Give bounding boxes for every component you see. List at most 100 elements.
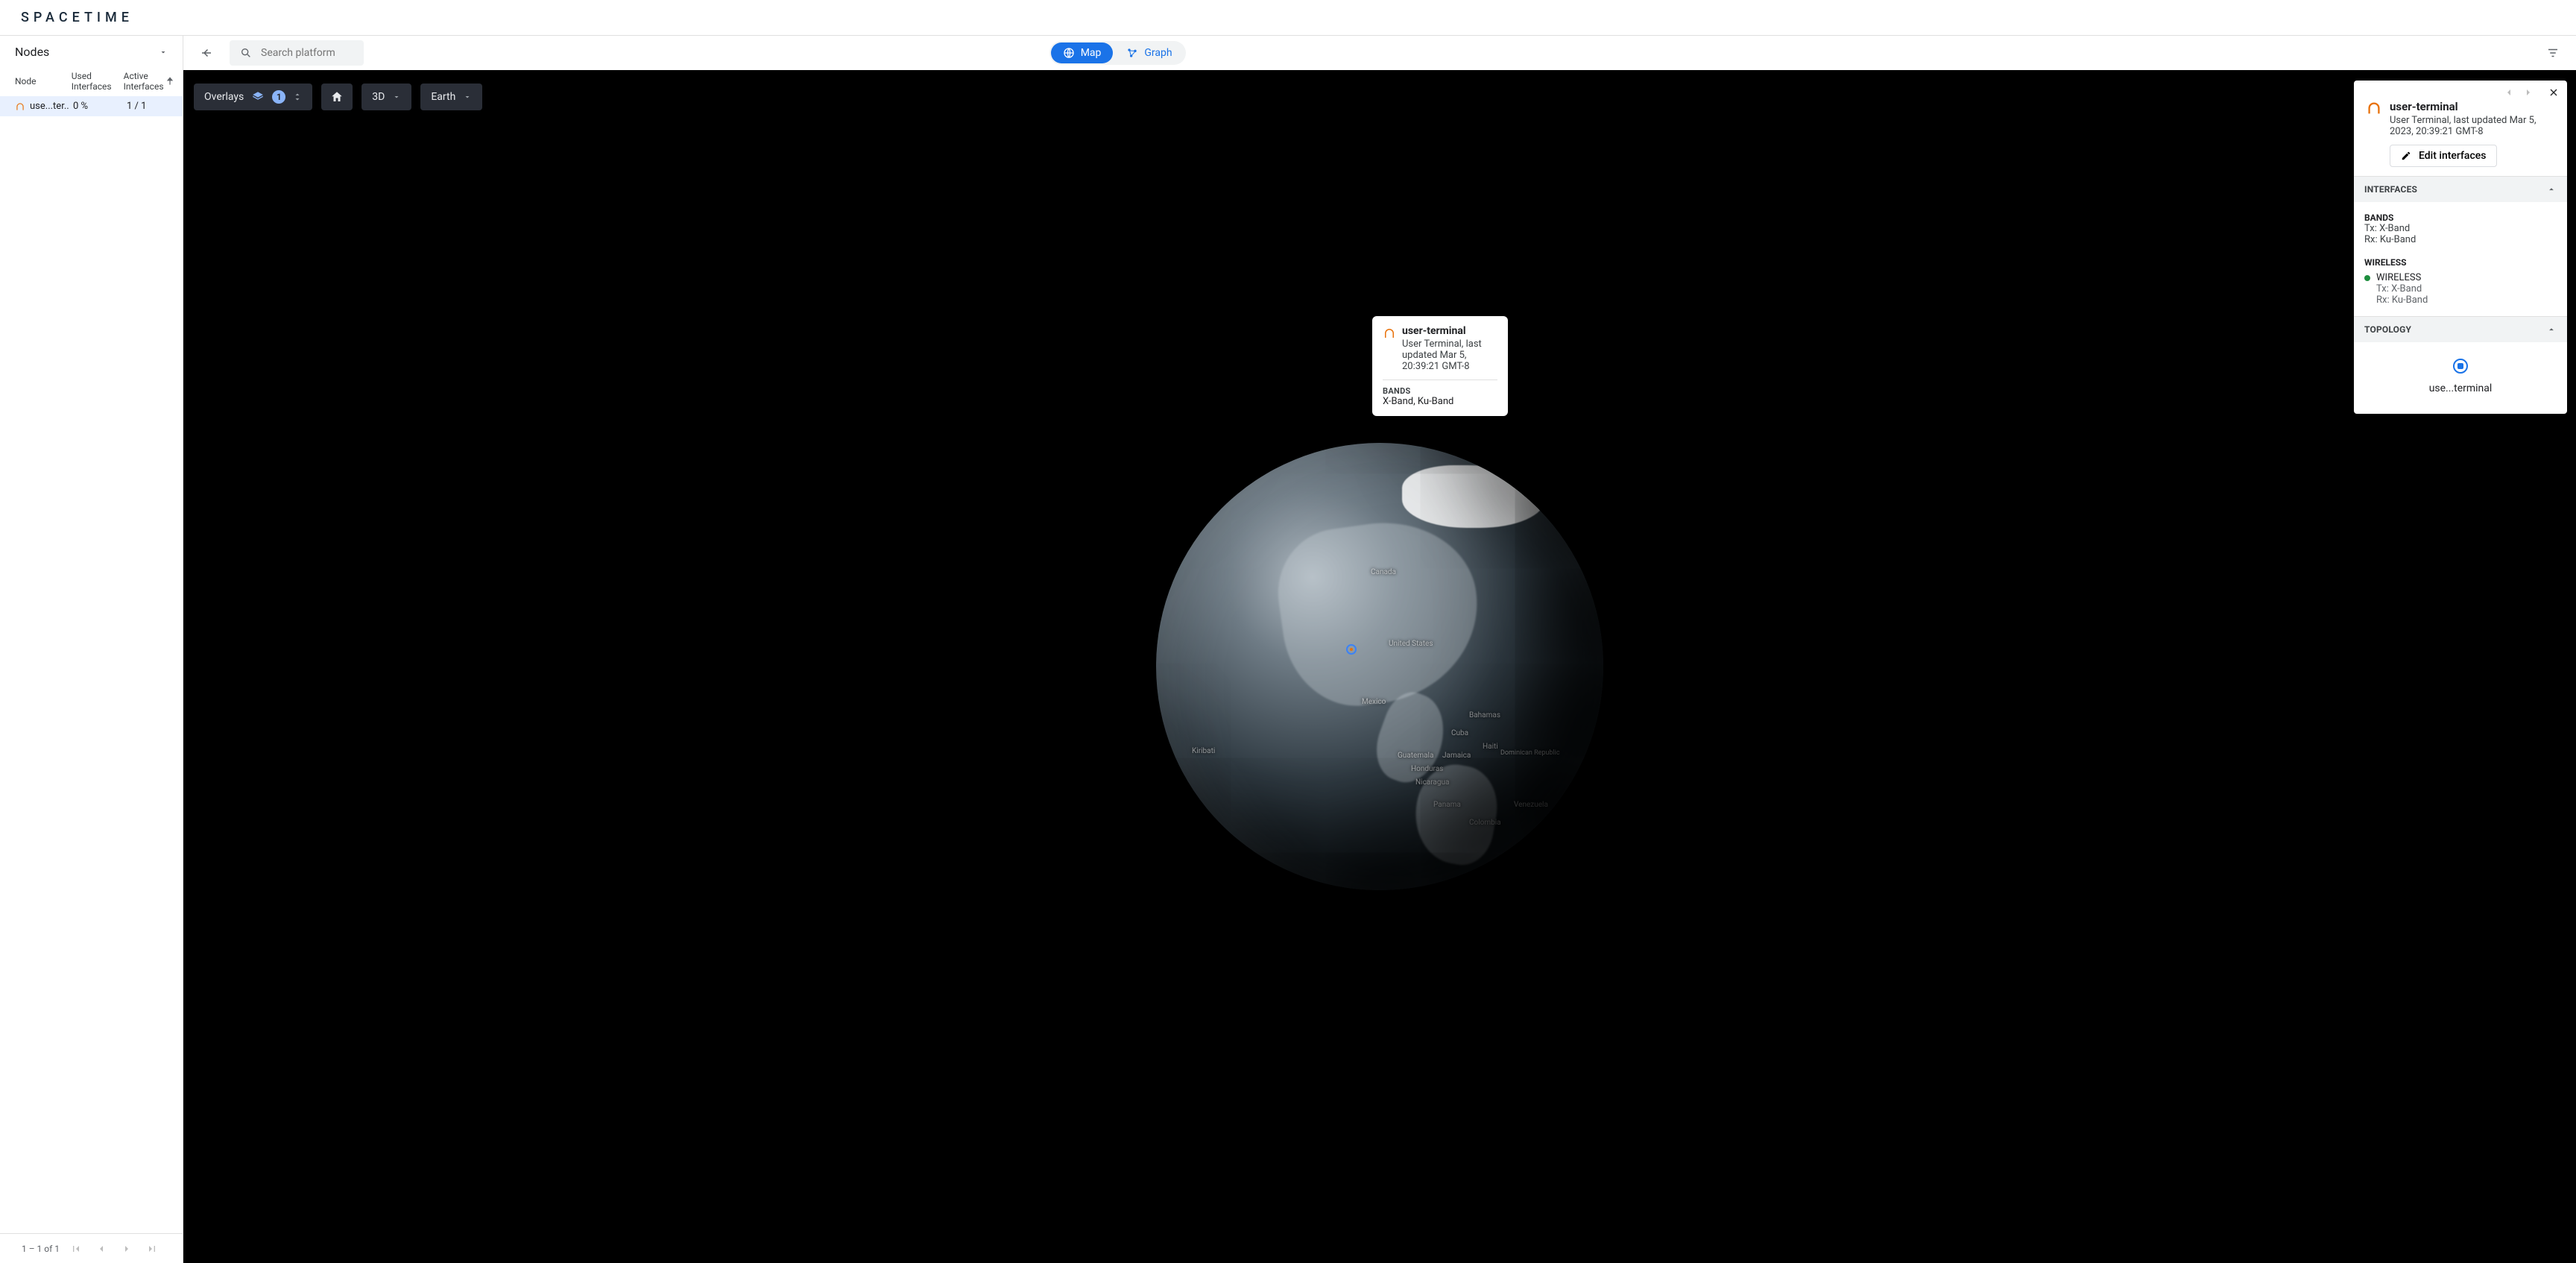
panel-close-button[interactable]: [2546, 85, 2561, 100]
layers-icon: [251, 90, 265, 104]
map-label-dr: Dominican Republic: [1500, 749, 1560, 757]
tab-map[interactable]: Map: [1051, 42, 1114, 63]
overlays-count-badge: 1: [272, 90, 285, 104]
wireless-tx: Tx: X-Band: [2376, 283, 2557, 295]
table-header: Node Used Interfaces Active Interfaces: [0, 68, 183, 96]
map-label-bahamas: Bahamas: [1469, 711, 1500, 719]
edit-interfaces-label: Edit interfaces: [2419, 150, 2486, 162]
map-label-guatemala: Guatemala: [1398, 752, 1433, 760]
panel-subtitle: User Terminal, last updated Mar 5, 2023,…: [2390, 115, 2555, 137]
search-box[interactable]: [230, 40, 364, 66]
map-label-colombia: Colombia: [1469, 819, 1501, 827]
tooltip-bands-value: X-Band, Ku-Band: [1383, 396, 1497, 407]
pencil-icon: [2401, 151, 2411, 161]
tab-graph-label: Graph: [1144, 47, 1172, 59]
home-icon: [330, 90, 344, 104]
map-marker[interactable]: [1346, 644, 1357, 655]
sort-arrow-icon[interactable]: [164, 76, 177, 86]
back-button[interactable]: [197, 43, 216, 63]
pagination-range: 1 – 1 of 1: [22, 1244, 60, 1254]
entity-type-label: Nodes: [15, 45, 49, 59]
topology-node-label: use...terminal: [2429, 382, 2493, 394]
map-label-honduras: Honduras: [1411, 765, 1443, 773]
section-interfaces-header[interactable]: INTERFACES: [2354, 177, 2567, 202]
section-topology-header[interactable]: TOPOLOGY: [2354, 317, 2567, 342]
chevron-down-icon: [392, 92, 401, 101]
panel-title: user-terminal: [2390, 100, 2555, 113]
page-first-button[interactable]: [67, 1241, 85, 1256]
user-terminal-icon: [2366, 100, 2382, 116]
wireless-heading: WIRELESS: [2364, 257, 2557, 268]
topbar: SPACETIME: [0, 0, 2576, 36]
expand-icon: [293, 91, 302, 103]
col-active-interfaces[interactable]: Active Interfaces: [124, 71, 164, 92]
filter-button[interactable]: [2543, 43, 2563, 63]
bands-tx: Tx: X-Band: [2364, 223, 2557, 234]
map-label-canada: Canada: [1371, 568, 1396, 576]
wireless-rx: Rx: Ku-Band: [2376, 295, 2557, 306]
brand-logo: SPACETIME: [21, 10, 133, 25]
map-label-haiti: Haiti: [1483, 743, 1498, 751]
page-last-button[interactable]: [143, 1241, 161, 1256]
panel-next-button[interactable]: [2521, 85, 2536, 100]
row-node-name: use...ter..: [30, 101, 69, 112]
globe[interactable]: Canada United States Mexico Bahamas Cuba…: [1156, 443, 1603, 890]
map-label-jamaica: Jamaica: [1442, 752, 1471, 760]
base-layer-label: Earth: [431, 91, 455, 103]
search-icon: [240, 47, 252, 59]
graph-icon: [1126, 47, 1138, 59]
bands-heading: BANDS: [2364, 212, 2557, 223]
main: Map Graph Overlays 1: [183, 36, 2576, 1263]
sidebar: Nodes Node Used Interfaces Active Interf…: [0, 36, 183, 1263]
view-mode-dropdown[interactable]: 3D: [362, 84, 411, 110]
view-toggle: Map Graph: [1049, 41, 1186, 65]
user-terminal-icon: [15, 101, 25, 112]
map-label-us: United States: [1389, 640, 1433, 648]
page-next-button[interactable]: [118, 1241, 136, 1256]
details-panel: user-terminal User Terminal, last update…: [2354, 81, 2567, 414]
tab-map-label: Map: [1081, 47, 1102, 59]
overlays-label: Overlays: [204, 91, 244, 103]
edit-interfaces-button[interactable]: Edit interfaces: [2390, 145, 2497, 167]
topology-node-icon[interactable]: [2453, 359, 2468, 374]
entity-type-dropdown[interactable]: Nodes: [0, 36, 183, 68]
col-node[interactable]: Node: [15, 76, 72, 86]
tooltip-subtitle: User Terminal, last updated Mar 5, 20:39…: [1402, 338, 1497, 372]
map-label-kiribati: Kiribati: [1192, 747, 1215, 755]
chevron-down-icon: [463, 92, 472, 101]
map-label-cuba: Cuba: [1451, 729, 1468, 737]
col-used-interfaces[interactable]: Used Interfaces: [72, 71, 124, 92]
sidebar-pagination: 1 – 1 of 1: [0, 1233, 183, 1263]
row-used: 0 %: [73, 101, 127, 112]
tooltip-bands-label: BANDS: [1383, 386, 1497, 396]
chevron-up-icon: [2546, 324, 2557, 335]
map-tooltip: user-terminal User Terminal, last update…: [1372, 316, 1508, 416]
status-dot-icon: [2364, 275, 2370, 281]
map-viewport[interactable]: Overlays 1 3D Earth: [183, 70, 2576, 1263]
tooltip-title: user-terminal: [1402, 325, 1497, 337]
base-layer-dropdown[interactable]: Earth: [420, 84, 482, 110]
tab-graph[interactable]: Graph: [1114, 42, 1184, 63]
chevron-up-icon: [2546, 184, 2557, 195]
map-controls: Overlays 1 3D Earth: [194, 84, 482, 110]
overlays-dropdown[interactable]: Overlays 1: [194, 84, 312, 110]
wireless-name: WIRELESS: [2376, 272, 2421, 283]
row-active: 1 / 1: [127, 101, 163, 112]
section-interfaces-label: INTERFACES: [2364, 184, 2417, 195]
search-input[interactable]: [261, 47, 353, 59]
toolbar: Map Graph: [183, 36, 2576, 70]
table-row[interactable]: use...ter.. 0 % 1 / 1: [0, 96, 183, 116]
user-terminal-icon: [1383, 327, 1396, 340]
section-topology-label: TOPOLOGY: [2364, 324, 2411, 335]
panel-prev-button[interactable]: [2501, 85, 2516, 100]
home-button[interactable]: [321, 84, 353, 110]
page-prev-button[interactable]: [92, 1241, 110, 1256]
map-label-mexico: Mexico: [1362, 698, 1386, 706]
map-label-nicaragua: Nicaragua: [1415, 778, 1449, 787]
chevron-down-icon: [159, 48, 168, 57]
bands-rx: Rx: Ku-Band: [2364, 234, 2557, 245]
view-mode-label: 3D: [372, 91, 385, 103]
globe-icon: [1063, 47, 1075, 59]
map-label-venezuela: Venezuela: [1514, 801, 1548, 809]
map-label-panama: Panama: [1433, 801, 1461, 809]
